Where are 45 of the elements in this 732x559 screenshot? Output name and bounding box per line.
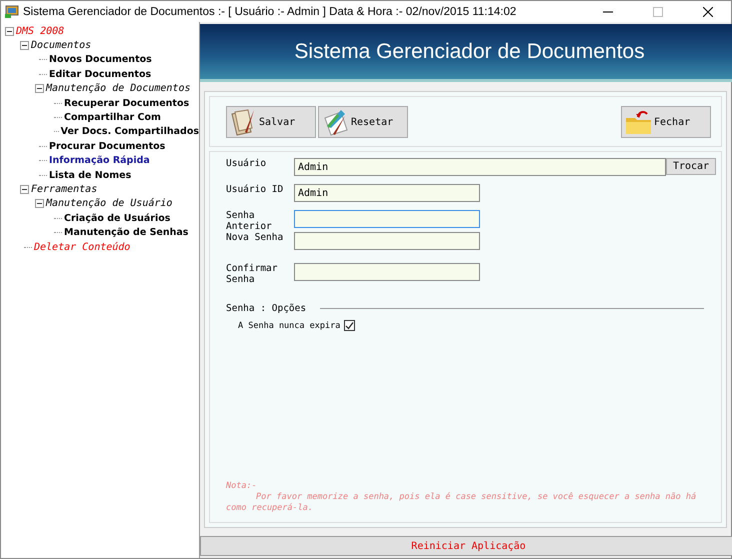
- input-field[interactable]: Admin: [294, 158, 666, 176]
- tree-item[interactable]: DMS 2008: [16, 26, 64, 37]
- tree-item[interactable]: Procurar Documentos: [49, 140, 166, 152]
- field-label: Usuário: [226, 158, 268, 169]
- header-title: Sistema Gerenciador de Documentos: [294, 40, 645, 64]
- change-button[interactable]: Trocar: [666, 158, 716, 175]
- folder-icon: [624, 108, 654, 136]
- app-icon: [5, 5, 19, 18]
- section-title: Senha : Opções: [226, 303, 306, 314]
- tree-item[interactable]: Editar Documentos: [49, 68, 152, 80]
- input-field[interactable]: [294, 232, 480, 250]
- input-field[interactable]: [294, 263, 480, 281]
- note-title: Nota:-: [226, 481, 258, 492]
- collapse-toggle-icon[interactable]: [35, 199, 44, 208]
- tree-item[interactable]: Deletar Conteúdo: [34, 242, 130, 253]
- tree-item[interactable]: Documentos: [31, 40, 92, 52]
- tree-item[interactable]: Manutenção de Senhas: [64, 227, 188, 238]
- close-button[interactable]: Fechar: [621, 106, 711, 138]
- tree-item[interactable]: Recuperar Documentos: [64, 98, 190, 109]
- reset-button[interactable]: Resetar: [318, 106, 408, 138]
- input-field[interactable]: [294, 210, 480, 228]
- field-label: Usuário ID: [226, 184, 284, 195]
- tree-item[interactable]: Informação Rápida: [49, 155, 150, 166]
- field-label: Nova Senha: [226, 232, 284, 243]
- input-field[interactable]: Admin: [294, 184, 480, 202]
- tree-item[interactable]: Ferramentas: [31, 184, 98, 195]
- note-text: Por favor memorize a senha, pois ela é case sensitive, se você esquecer a senha não há como recuperá-la.: [226, 492, 698, 514]
- save-button[interactable]: Salvar: [226, 106, 316, 138]
- field-label: Confirmar Senha: [226, 263, 278, 285]
- tree-item[interactable]: Manutenção de Documentos: [46, 83, 190, 94]
- tree-item[interactable]: Manutenção de Usuário: [46, 198, 172, 210]
- tree-item[interactable]: Lista de Nomes: [49, 170, 132, 181]
- close-icon[interactable]: [703, 6, 713, 16]
- checkbox-label: A Senha nunca expira: [238, 320, 340, 330]
- tree-item[interactable]: Novos Documentos: [49, 54, 152, 66]
- tree-item[interactable]: Criação de Usuários: [64, 212, 170, 224]
- checkbox[interactable]: [344, 320, 356, 331]
- collapse-toggle-icon[interactable]: [20, 184, 29, 194]
- tree-item[interactable]: Ver Docs. Compartilhados: [60, 126, 199, 138]
- collapse-toggle-icon[interactable]: [20, 41, 29, 50]
- window-title: Sistema Gerenciador de Documentos :- [ Usuário :- Admin ] Data & Hora :- 02/nov/2015 11:14:02: [23, 6, 518, 18]
- collapse-toggle-icon[interactable]: [35, 84, 44, 94]
- field-label: Senha Anterior: [226, 210, 273, 232]
- collapse-toggle-icon[interactable]: [5, 26, 14, 36]
- tree-item[interactable]: Compartilhar Com: [64, 112, 161, 124]
